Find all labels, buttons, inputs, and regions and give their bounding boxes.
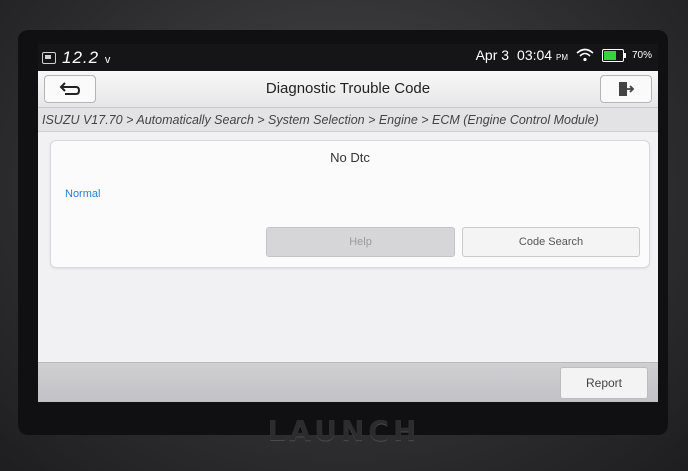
back-button[interactable] [44,75,96,103]
battery-icon [601,48,626,62]
exit-icon [619,82,635,96]
code-search-button[interactable]: Code Search [462,227,640,257]
bottom-toolbar: Report [38,362,658,402]
dtc-panel: No Dtc Normal Help Code Search [50,140,650,268]
title-bar: Diagnostic Trouble Code [38,71,658,108]
voltage-readout: 12.2 v [62,48,111,68]
help-button[interactable]: Help [266,227,455,257]
status-time: 03:04 [517,47,553,63]
voltage-value: 12.2 [62,48,100,67]
status-time-group: 03:04 PM [517,47,568,63]
voltage-unit: v [104,54,112,66]
exit-button[interactable] [600,75,652,103]
status-bar-left: 12.2 v [42,48,111,68]
status-bar-right: Apr 3 03:04 PM 70% [476,47,652,63]
device-frame: 12.2 v Apr 3 03:04 PM 70% Diagnostic Tro… [0,0,688,471]
report-button[interactable]: Report [560,367,648,399]
page-title: Diagnostic Trouble Code [265,80,431,97]
status-date: Apr 3 [475,47,510,63]
screen: 12.2 v Apr 3 03:04 PM 70% Diagnostic Tro… [38,44,658,402]
dtc-result-title: No Dtc [330,150,370,165]
dtc-status-text: Normal [65,188,101,200]
breadcrumb: ISUZU V17.70 > Automatically Search > Sy… [38,108,658,132]
status-bar: 12.2 v Apr 3 03:04 PM 70% [38,44,658,71]
status-ampm: PM [555,53,568,62]
back-arrow-icon [59,82,81,95]
battery-percent: 70% [631,49,652,61]
wifi-icon [576,48,594,62]
device-brand-logo: LAUNCH [267,414,421,447]
battery-status-icon [42,52,56,64]
